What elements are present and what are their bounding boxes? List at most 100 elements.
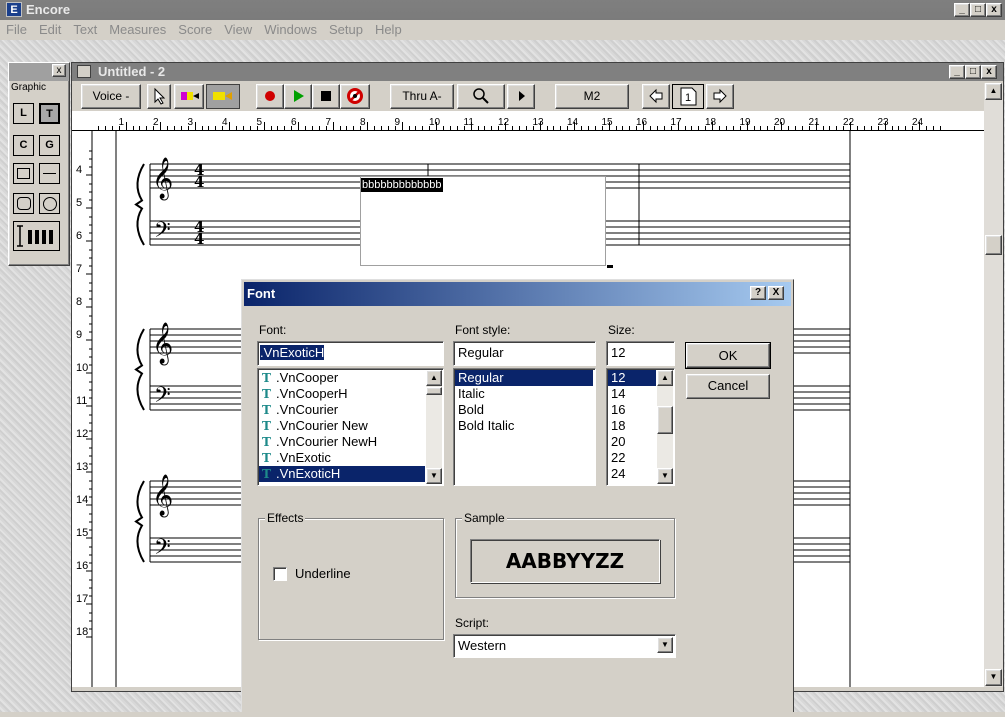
list-item[interactable]: 20 bbox=[608, 434, 656, 450]
menu-measures[interactable]: Measures bbox=[103, 20, 172, 40]
list-item[interactable]: T .VnCooper bbox=[259, 370, 425, 386]
doc-minimize-button[interactable]: _ bbox=[949, 65, 965, 79]
font-label: Font: bbox=[259, 323, 287, 337]
step-forward-button[interactable] bbox=[507, 84, 535, 109]
ellipse-icon[interactable] bbox=[39, 193, 60, 214]
ruler-tick bbox=[615, 126, 617, 130]
menu-windows[interactable]: Windows bbox=[258, 20, 323, 40]
page-forward-button[interactable] bbox=[706, 84, 734, 109]
line-number: 14 bbox=[76, 494, 88, 506]
font-scroll-thumb[interactable] bbox=[426, 387, 442, 395]
tool-lyrics[interactable]: L bbox=[13, 103, 34, 124]
tool-text[interactable]: T bbox=[39, 103, 60, 124]
size-listbox[interactable]: 12 14 16 18 20 22 24 ▲ ▼ bbox=[606, 368, 675, 486]
maximize-button[interactable]: □ bbox=[970, 3, 986, 17]
help-button[interactable]: ? bbox=[750, 286, 766, 300]
minimize-button[interactable]: _ bbox=[954, 3, 970, 17]
cancel-button[interactable]: Cancel bbox=[686, 374, 770, 399]
font-listbox[interactable]: T .VnCooper T .VnCooperH T .VnCourier T .VnCour… bbox=[257, 368, 444, 486]
menu-text[interactable]: Text bbox=[67, 20, 103, 40]
menu-edit[interactable]: Edit bbox=[33, 20, 67, 40]
ruler-tick bbox=[284, 126, 286, 130]
ruler-tick bbox=[367, 122, 369, 130]
list-item[interactable]: 14 bbox=[608, 386, 656, 402]
page-back-button[interactable] bbox=[642, 84, 670, 109]
close-button[interactable]: x bbox=[986, 3, 1002, 17]
ruler-tick bbox=[801, 126, 803, 130]
list-item[interactable]: T .VnExoticH bbox=[259, 466, 425, 482]
ruler-tick bbox=[387, 126, 389, 130]
list-item[interactable]: 24 bbox=[608, 466, 656, 482]
underline-checkbox[interactable] bbox=[273, 567, 287, 581]
list-item[interactable]: Italic bbox=[455, 386, 593, 402]
line-icon[interactable] bbox=[39, 163, 60, 184]
menu-file[interactable]: File bbox=[0, 20, 33, 40]
ok-button[interactable]: OK bbox=[685, 342, 771, 369]
measure-button[interactable]: M2 bbox=[555, 84, 629, 109]
list-item[interactable]: Bold Italic bbox=[455, 418, 593, 434]
record-button[interactable] bbox=[256, 84, 284, 109]
ruler-tick bbox=[132, 126, 134, 130]
line-number: 6 bbox=[76, 230, 82, 242]
size-scroll-down-icon[interactable]: ▼ bbox=[657, 468, 673, 484]
color-tool-icon[interactable] bbox=[174, 84, 204, 109]
list-item[interactable]: Regular bbox=[455, 370, 593, 386]
size-scroll-up-icon[interactable]: ▲ bbox=[657, 370, 673, 386]
font-list-scrollbar[interactable]: ▲ ▼ bbox=[426, 370, 442, 484]
font-scroll-up-icon[interactable]: ▲ bbox=[426, 370, 442, 386]
arrow-pointer-icon[interactable] bbox=[147, 84, 171, 109]
thru-dropdown[interactable]: Thru A- bbox=[390, 84, 454, 109]
rounded-rect-icon[interactable] bbox=[13, 193, 34, 214]
ruler-tick bbox=[725, 126, 727, 130]
page-indicator[interactable]: 1 bbox=[672, 84, 704, 109]
script-select[interactable]: Western ▼ bbox=[453, 634, 676, 658]
font-style-listbox[interactable]: Regular Italic Bold Bold Italic bbox=[453, 368, 596, 486]
menu-setup[interactable]: Setup bbox=[323, 20, 369, 40]
stop-button[interactable] bbox=[312, 84, 340, 109]
zoom-button[interactable] bbox=[457, 84, 505, 109]
play-button[interactable] bbox=[284, 84, 312, 109]
list-item[interactable]: 22 bbox=[608, 450, 656, 466]
font-scroll-down-icon[interactable]: ▼ bbox=[426, 468, 442, 484]
list-item[interactable]: 18 bbox=[608, 418, 656, 434]
bass-clef: 𝄢 bbox=[154, 218, 171, 248]
list-item[interactable]: T .VnExotic bbox=[259, 450, 425, 466]
doc-maximize-button[interactable]: □ bbox=[965, 65, 981, 79]
no-sound-button[interactable] bbox=[340, 84, 370, 109]
scroll-thumb[interactable] bbox=[985, 235, 1002, 255]
tool-guitar[interactable]: G bbox=[39, 135, 60, 156]
menu-help[interactable]: Help bbox=[369, 20, 408, 40]
vertical-scrollbar[interactable]: ▲ ▼ bbox=[984, 83, 1003, 687]
size-input[interactable]: 12 bbox=[606, 341, 675, 366]
scroll-up-icon[interactable]: ▲ bbox=[985, 83, 1002, 100]
highlight-tool-icon[interactable] bbox=[206, 84, 240, 109]
list-item[interactable]: T .VnCourier New bbox=[259, 418, 425, 434]
bracket-tool-icon[interactable] bbox=[13, 221, 60, 251]
size-list-scrollbar[interactable]: ▲ ▼ bbox=[657, 370, 673, 484]
list-item[interactable]: 12 bbox=[608, 370, 656, 386]
menu-view[interactable]: View bbox=[218, 20, 258, 40]
voice-dropdown[interactable]: Voice - bbox=[81, 84, 141, 109]
rectangle-icon[interactable] bbox=[13, 163, 34, 184]
list-item[interactable]: Bold bbox=[455, 402, 593, 418]
stop-icon bbox=[321, 91, 331, 101]
doc-close-button[interactable]: x bbox=[981, 65, 997, 79]
ruler-number: 4 bbox=[222, 117, 228, 128]
ruler-tick bbox=[125, 122, 127, 130]
scroll-down-icon[interactable]: ▼ bbox=[985, 669, 1002, 686]
list-item[interactable]: 16 bbox=[608, 402, 656, 418]
list-item[interactable]: T .VnCourier NewH bbox=[259, 434, 425, 450]
menu-score[interactable]: Score bbox=[172, 20, 218, 40]
tool-chord[interactable]: C bbox=[13, 135, 34, 156]
ruler-tick bbox=[650, 126, 651, 130]
ruler-tick bbox=[794, 126, 796, 130]
script-dropdown-icon[interactable]: ▼ bbox=[657, 637, 673, 653]
size-scroll-thumb[interactable] bbox=[657, 406, 673, 434]
font-input[interactable]: .VnExoticH bbox=[257, 341, 444, 366]
list-item[interactable]: T .VnCooperH bbox=[259, 386, 425, 402]
dialog-close-button[interactable]: X bbox=[768, 286, 784, 300]
text-block[interactable]: bbbbbbbbbbbbb bbox=[360, 176, 606, 266]
font-style-input[interactable]: Regular bbox=[453, 341, 596, 366]
list-item[interactable]: T .VnCourier bbox=[259, 402, 425, 418]
palette-close-button[interactable]: x bbox=[52, 64, 66, 77]
